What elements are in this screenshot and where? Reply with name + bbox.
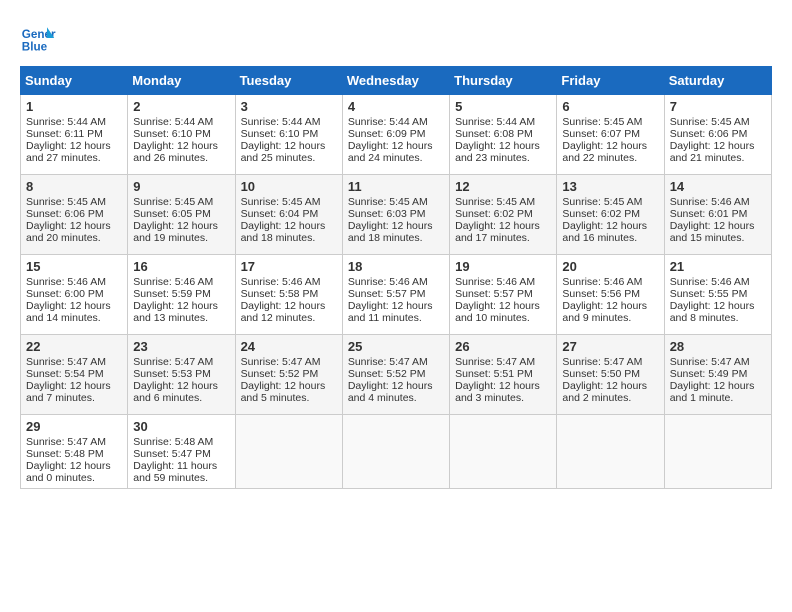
day-header-thursday: Thursday: [450, 67, 557, 95]
table-row: 9Sunrise: 5:45 AMSunset: 6:05 PMDaylight…: [128, 175, 235, 255]
table-row: 26Sunrise: 5:47 AMSunset: 5:51 PMDayligh…: [450, 335, 557, 415]
table-row: [557, 415, 664, 489]
table-row: 13Sunrise: 5:45 AMSunset: 6:02 PMDayligh…: [557, 175, 664, 255]
table-row: 6Sunrise: 5:45 AMSunset: 6:07 PMDaylight…: [557, 95, 664, 175]
table-row: 8Sunrise: 5:45 AMSunset: 6:06 PMDaylight…: [21, 175, 128, 255]
table-row: 12Sunrise: 5:45 AMSunset: 6:02 PMDayligh…: [450, 175, 557, 255]
table-row: 3Sunrise: 5:44 AMSunset: 6:10 PMDaylight…: [235, 95, 342, 175]
table-row: 2Sunrise: 5:44 AMSunset: 6:10 PMDaylight…: [128, 95, 235, 175]
table-row: 19Sunrise: 5:46 AMSunset: 5:57 PMDayligh…: [450, 255, 557, 335]
day-header-wednesday: Wednesday: [342, 67, 449, 95]
table-row: 15Sunrise: 5:46 AMSunset: 6:00 PMDayligh…: [21, 255, 128, 335]
table-row: 14Sunrise: 5:46 AMSunset: 6:01 PMDayligh…: [664, 175, 771, 255]
day-header-monday: Monday: [128, 67, 235, 95]
table-row: [664, 415, 771, 489]
calendar-table: SundayMondayTuesdayWednesdayThursdayFrid…: [20, 66, 772, 489]
day-header-sunday: Sunday: [21, 67, 128, 95]
table-row: 30Sunrise: 5:48 AMSunset: 5:47 PMDayligh…: [128, 415, 235, 489]
table-row: [450, 415, 557, 489]
calendar-week-3: 15Sunrise: 5:46 AMSunset: 6:00 PMDayligh…: [21, 255, 772, 335]
day-header-saturday: Saturday: [664, 67, 771, 95]
table-row: 4Sunrise: 5:44 AMSunset: 6:09 PMDaylight…: [342, 95, 449, 175]
calendar-week-5: 29Sunrise: 5:47 AMSunset: 5:48 PMDayligh…: [21, 415, 772, 489]
table-row: 10Sunrise: 5:45 AMSunset: 6:04 PMDayligh…: [235, 175, 342, 255]
table-row: 11Sunrise: 5:45 AMSunset: 6:03 PMDayligh…: [342, 175, 449, 255]
header-row: SundayMondayTuesdayWednesdayThursdayFrid…: [21, 67, 772, 95]
logo-icon: General Blue: [20, 20, 56, 56]
calendar-week-1: 1Sunrise: 5:44 AMSunset: 6:11 PMDaylight…: [21, 95, 772, 175]
table-row: 24Sunrise: 5:47 AMSunset: 5:52 PMDayligh…: [235, 335, 342, 415]
table-row: 22Sunrise: 5:47 AMSunset: 5:54 PMDayligh…: [21, 335, 128, 415]
day-header-tuesday: Tuesday: [235, 67, 342, 95]
svg-text:Blue: Blue: [22, 41, 48, 54]
table-row: 1Sunrise: 5:44 AMSunset: 6:11 PMDaylight…: [21, 95, 128, 175]
table-row: 16Sunrise: 5:46 AMSunset: 5:59 PMDayligh…: [128, 255, 235, 335]
table-row: [235, 415, 342, 489]
table-row: 5Sunrise: 5:44 AMSunset: 6:08 PMDaylight…: [450, 95, 557, 175]
calendar-week-2: 8Sunrise: 5:45 AMSunset: 6:06 PMDaylight…: [21, 175, 772, 255]
table-row: [342, 415, 449, 489]
table-row: 27Sunrise: 5:47 AMSunset: 5:50 PMDayligh…: [557, 335, 664, 415]
table-row: 17Sunrise: 5:46 AMSunset: 5:58 PMDayligh…: [235, 255, 342, 335]
table-row: 29Sunrise: 5:47 AMSunset: 5:48 PMDayligh…: [21, 415, 128, 489]
table-row: 18Sunrise: 5:46 AMSunset: 5:57 PMDayligh…: [342, 255, 449, 335]
table-row: 20Sunrise: 5:46 AMSunset: 5:56 PMDayligh…: [557, 255, 664, 335]
logo: General Blue: [20, 20, 62, 56]
table-row: 7Sunrise: 5:45 AMSunset: 6:06 PMDaylight…: [664, 95, 771, 175]
table-row: 28Sunrise: 5:47 AMSunset: 5:49 PMDayligh…: [664, 335, 771, 415]
calendar-week-4: 22Sunrise: 5:47 AMSunset: 5:54 PMDayligh…: [21, 335, 772, 415]
page-header: General Blue: [20, 20, 772, 56]
table-row: 21Sunrise: 5:46 AMSunset: 5:55 PMDayligh…: [664, 255, 771, 335]
table-row: 25Sunrise: 5:47 AMSunset: 5:52 PMDayligh…: [342, 335, 449, 415]
table-row: 23Sunrise: 5:47 AMSunset: 5:53 PMDayligh…: [128, 335, 235, 415]
day-header-friday: Friday: [557, 67, 664, 95]
